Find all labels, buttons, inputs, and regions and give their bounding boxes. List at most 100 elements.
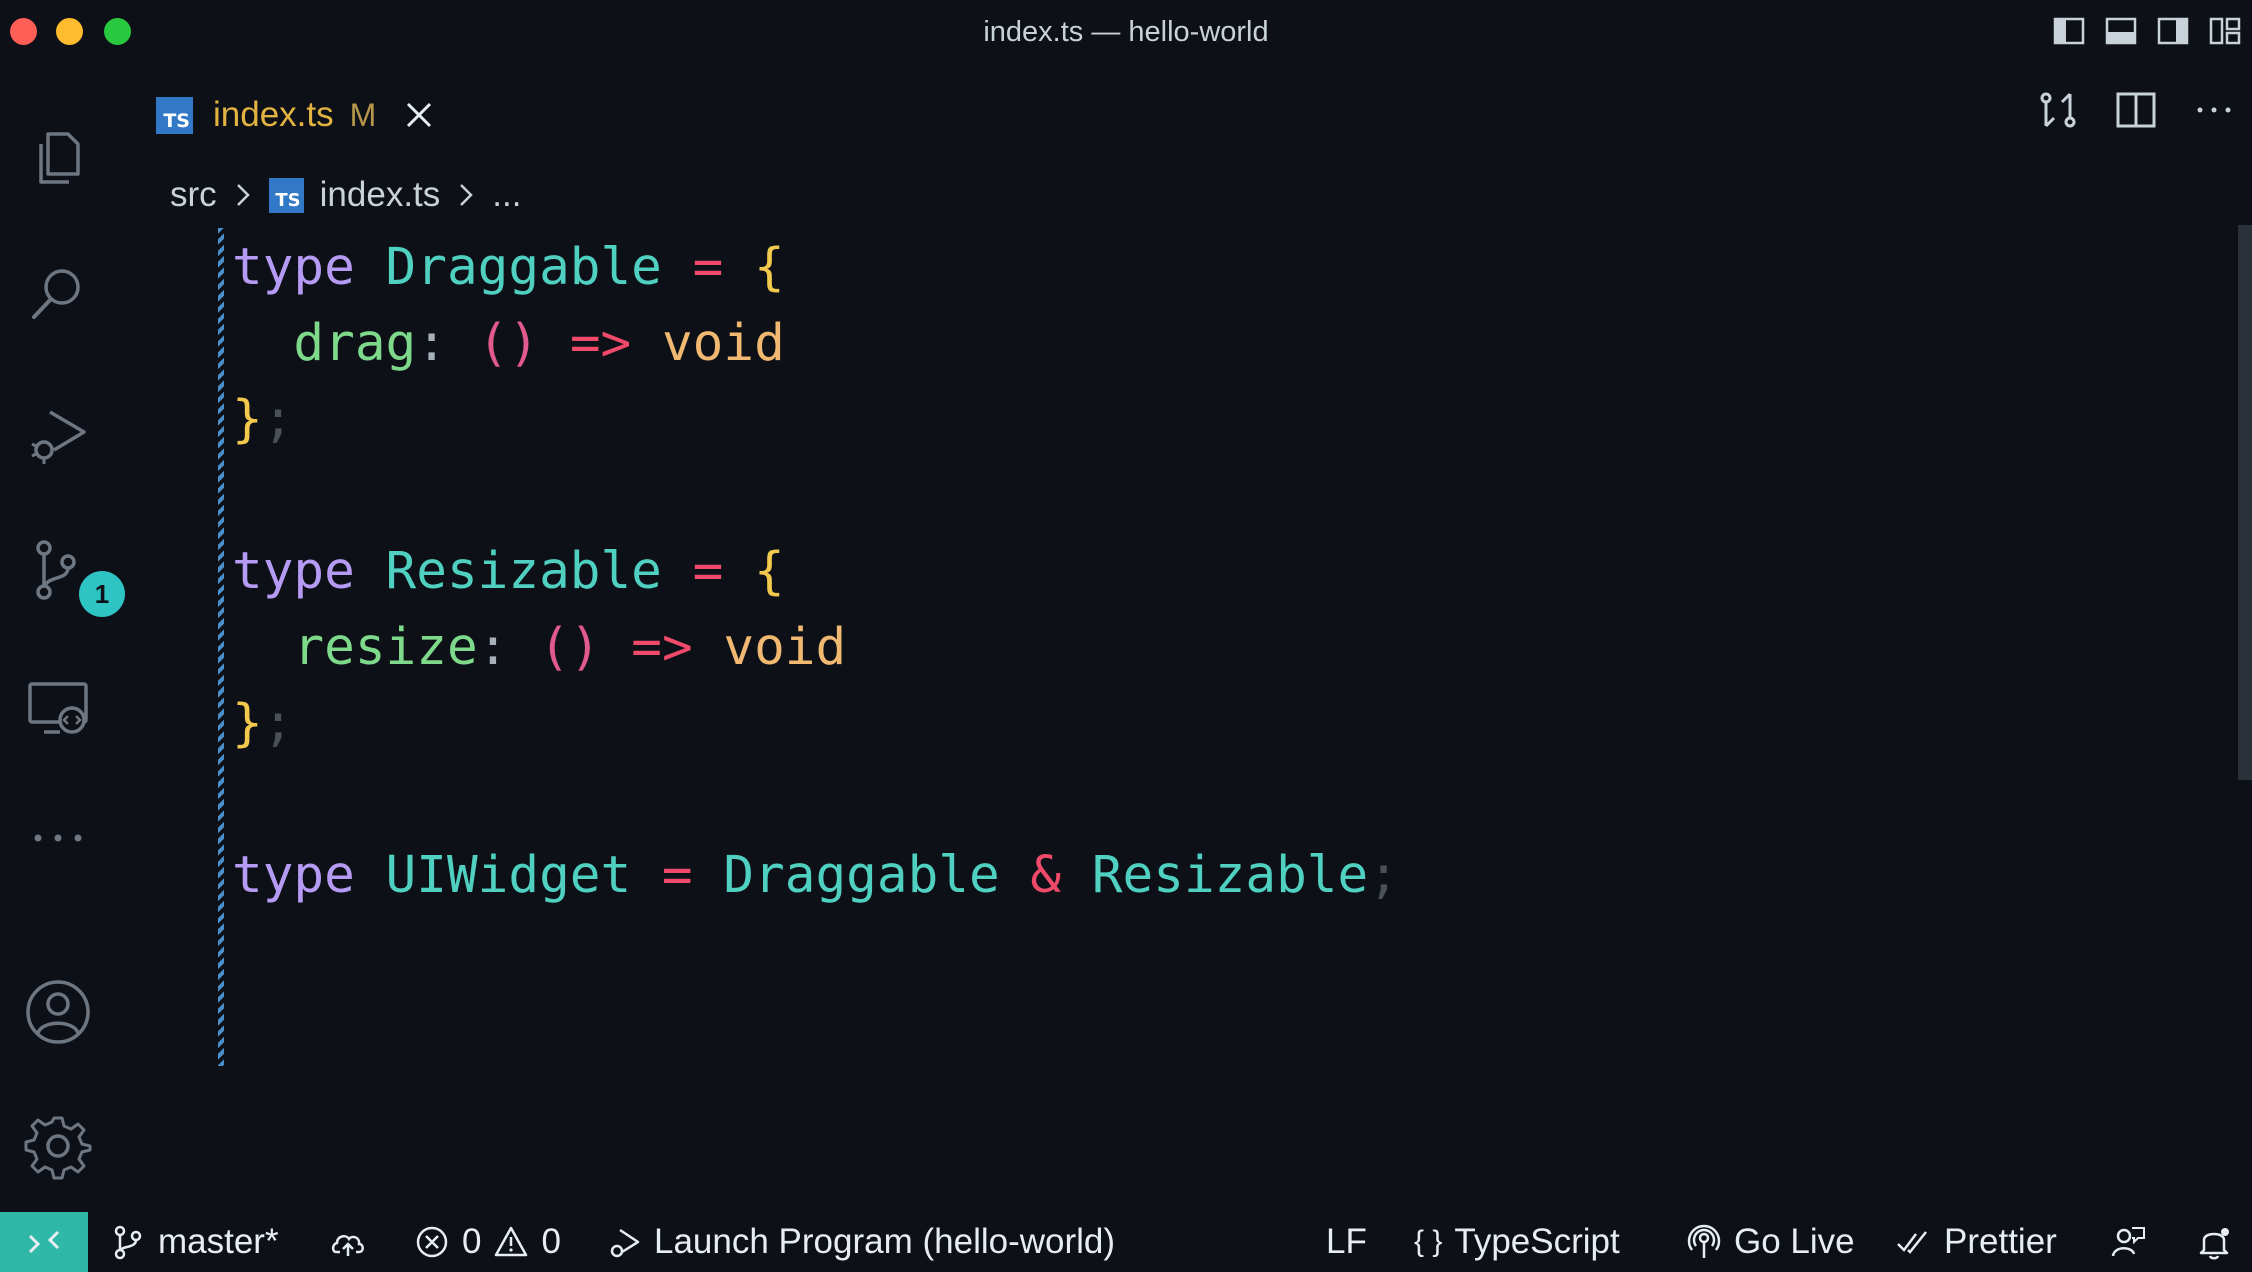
code-line[interactable]: type Resizable = { [232,534,1399,610]
code-token: : [416,314,447,373]
code-line[interactable]: }; [232,686,1399,762]
error-icon [416,1226,448,1258]
go-live-item[interactable]: Go Live [1686,1212,1855,1272]
warning-count: 0 [541,1222,561,1261]
code-line[interactable]: resize: () => void [232,610,1399,686]
code-line[interactable]: type UIWidget = Draggable & Resizable; [232,838,1399,914]
code-token: ; [262,694,294,753]
remote-indicator[interactable] [0,1212,88,1272]
accounts-button[interactable] [22,976,94,1048]
feedback-item[interactable] [2110,1212,2146,1272]
code-token: type [232,846,355,905]
git-branch-icon [114,1225,142,1260]
close-icon[interactable] [404,100,434,130]
code-token: drag [293,314,417,373]
prettier-item[interactable]: Prettier [1896,1212,2057,1272]
code-line[interactable]: type Draggable = { [232,230,1399,306]
breadcrumb-folder[interactable]: src [170,175,217,215]
ellipsis-icon [34,834,82,842]
code-token: resize [293,618,478,677]
modified-lines-gutter-indicator [218,228,224,1066]
code-line[interactable] [232,762,1399,838]
editor-scrollbar[interactable] [2238,225,2252,780]
breadcrumb-file[interactable]: index.ts [320,175,441,215]
notifications-item[interactable] [2196,1212,2232,1272]
open-changes-icon[interactable] [2036,88,2080,132]
go-live-label: Go Live [1734,1222,1855,1261]
code-content[interactable]: type Draggable = { drag: () => void}; typ… [232,230,1399,914]
code-token: Resizable [1091,846,1369,905]
remote-explorer-button[interactable] [22,672,94,744]
source-control-button[interactable]: 1 [22,534,125,617]
chevron-right-icon [460,184,474,206]
editor-tab-index-ts[interactable]: TS index.ts M [128,62,472,168]
remote-icon [28,1230,60,1254]
code-token: => [569,314,632,373]
toggle-secondary-sidebar-icon[interactable] [2156,14,2190,48]
manage-button[interactable] [22,1110,94,1182]
customize-layout-icon[interactable] [2208,14,2242,48]
cloud-upload-icon [331,1234,364,1256]
code-token: void [723,618,847,677]
problems-item[interactable]: 0 0 [414,1212,561,1272]
code-token: () [539,618,601,677]
remote-explorer-icon [28,682,88,734]
chevron-right-icon [236,184,250,206]
code-token: & [1030,846,1062,905]
error-count: 0 [462,1222,482,1261]
toggle-primary-sidebar-icon[interactable] [2052,14,2086,48]
split-editor-icon[interactable] [2114,88,2158,132]
code-token: } [232,390,263,449]
search-icon [32,269,80,319]
code-line[interactable]: drag: () => void [232,306,1399,382]
typescript-file-icon: TS [268,177,304,213]
double-check-icon [1897,1231,1927,1254]
explorer-button[interactable] [22,122,94,194]
tab-filename: index.ts [213,95,334,134]
more-actions-icon[interactable] [2192,88,2236,132]
more-views-button[interactable] [22,802,94,874]
code-token: type [232,238,355,297]
search-button[interactable] [22,257,94,329]
git-branch-label: master* [158,1222,279,1261]
code-token: } [232,694,263,753]
code-token: = [692,238,724,297]
code-line[interactable]: }; [232,382,1399,458]
status-bar: master* 0 0 Launch Program (hello-world)… [0,1212,2252,1272]
run-debug-button[interactable] [22,398,94,470]
code-token: type [232,542,355,601]
broadcast-icon [1687,1224,1721,1258]
code-line[interactable] [232,458,1399,534]
code-token: = [692,542,724,601]
window-title: index.ts — hello-world [983,16,1269,48]
account-icon [26,980,90,1044]
code-editor[interactable]: type Draggable = { drag: () => void}; typ… [118,220,2234,1210]
code-token: = [661,846,693,905]
launch-program-item[interactable]: Launch Program (hello-world) [606,1212,1115,1272]
breadcrumb-symbols[interactable]: ... [492,175,521,215]
publish-branch-item[interactable] [330,1212,366,1272]
language-mode-item[interactable]: { } TypeScript [1414,1212,1620,1272]
toggle-panel-icon[interactable] [2104,14,2138,48]
git-branch-item[interactable]: master* [110,1212,279,1272]
layout-controls [2052,14,2242,48]
eol-label: LF [1326,1222,1367,1261]
title-bar: index.ts — hello-world [0,0,2252,62]
code-token: Resizable [385,542,662,601]
end-of-line-item[interactable]: LF [1326,1212,1367,1272]
